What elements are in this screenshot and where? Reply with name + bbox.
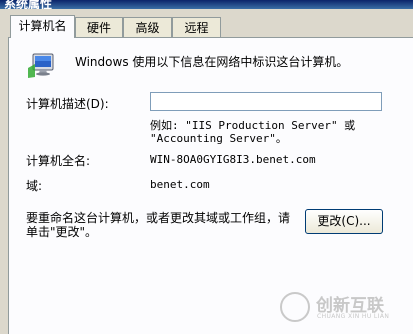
domain-label: 域: <box>26 179 43 193</box>
window-title-bar: 系统属性 <box>0 0 413 9</box>
rename-instructions-line2: 单击"更改"。 <box>26 225 98 239</box>
change-button[interactable]: 更改(C)... <box>305 209 383 234</box>
watermark-subtitle: CHUANG XIN HU LIAN <box>317 313 390 320</box>
brand-logo-icon <box>280 292 310 322</box>
tab-remote[interactable]: 远程 <box>172 17 221 37</box>
domain-value: benet.com <box>150 178 210 191</box>
description-example-line2: "Accounting Server"。 <box>150 132 287 145</box>
full-name-label: 计算机全名: <box>26 154 91 168</box>
computer-monitor-icon <box>28 53 54 78</box>
intro-text: Windows 使用以下信息在网络中标识这台计算机。 <box>75 55 349 69</box>
tab-advanced[interactable]: 高级 <box>123 17 172 37</box>
description-label: 计算机描述(D): <box>26 97 109 111</box>
watermark: 创新互联 CHUANG XIN HU LIAN <box>276 289 413 334</box>
tab-computer-name[interactable]: 计算机名 <box>10 15 75 38</box>
window-title: 系统属性 <box>4 0 53 9</box>
computer-description-input[interactable] <box>150 92 382 111</box>
full-name-value: WIN-8OA0GYIG8I3.benet.com <box>150 153 316 166</box>
tab-hardware[interactable]: 硬件 <box>75 17 123 37</box>
system-properties-dialog: 系统属性 计算机名 硬件 高级 远程 Windows 使用以下信息在网络中标识这… <box>0 0 413 334</box>
